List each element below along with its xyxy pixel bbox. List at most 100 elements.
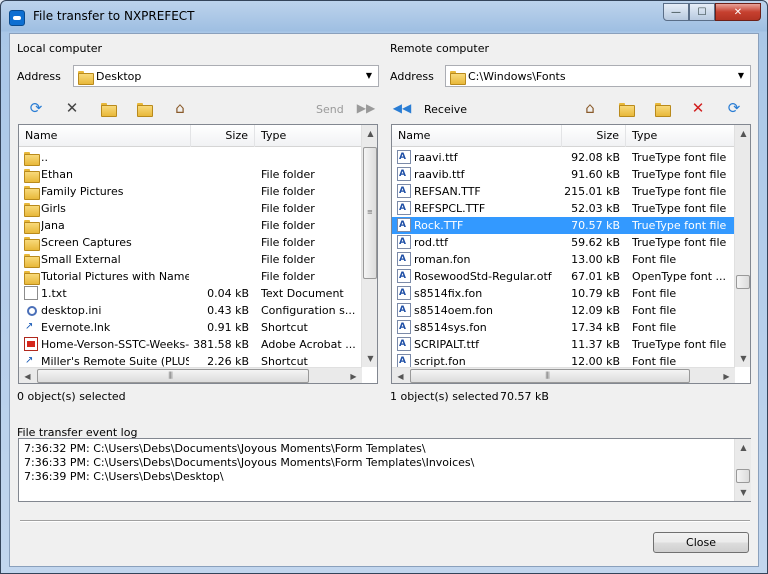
title-bar[interactable]: File transfer to NXPREFECT — ☐ ✕ [1, 1, 767, 33]
remote-file-row[interactable]: REFSPCL.TTF 52.03 kB TrueType font file [392, 200, 735, 217]
local-file-row[interactable]: .. [19, 149, 362, 166]
local-vertical-scrollbar[interactable]: ▲ ≡ ▼ [361, 125, 377, 367]
remote-file-row[interactable]: RosewoodStd-Regular.otf 67.01 kB OpenType … [392, 268, 735, 285]
folder-icon [24, 167, 40, 183]
dialog-body: Local computer Address Desktop ▼ ⟳ ✕ ⌂ S… [9, 33, 759, 567]
window-title: File transfer to NXPREFECT [33, 9, 195, 23]
column-name[interactable]: Name [392, 125, 562, 147]
local-file-row[interactable]: Girls File folder [19, 200, 362, 217]
delete-icon[interactable]: ✕ [688, 98, 708, 118]
column-size[interactable]: Size [562, 125, 626, 147]
new-folder-icon[interactable] [652, 98, 672, 118]
new-folder-icon[interactable] [98, 98, 118, 118]
file-name: roman.fon [414, 253, 471, 266]
maximize-button[interactable]: ☐ [689, 3, 715, 21]
font-file-icon [397, 200, 411, 217]
column-type[interactable]: Type [255, 125, 362, 147]
column-size[interactable]: Size [191, 125, 255, 147]
file-name: Home-Verson-SSTC-Weeks-... [41, 338, 189, 351]
close-window-button[interactable]: ✕ [715, 3, 761, 21]
file-name: Tutorial Pictures with Names [41, 270, 189, 283]
folder-icon [24, 201, 40, 217]
up-folder-icon [24, 150, 40, 166]
local-file-row[interactable]: 1.txt 0.04 kB Text Document [19, 285, 362, 302]
local-file-row[interactable]: Evernote.lnk 0.91 kB Shortcut [19, 318, 362, 336]
file-size: 10.79 kB [571, 287, 620, 300]
up-folder-icon[interactable] [616, 98, 636, 118]
lnk-file-icon [24, 318, 38, 335]
log-vertical-scrollbar[interactable]: ▲ ▼ [734, 439, 751, 501]
up-folder-icon[interactable] [134, 98, 154, 118]
chevron-down-icon[interactable]: ▼ [362, 69, 376, 83]
local-file-row[interactable]: desktop.ini 0.43 kB Configuration s... [19, 302, 362, 319]
remote-address-field[interactable]: C:\Windows\Fonts ▼ [445, 65, 751, 87]
chevron-down-icon[interactable]: ▼ [734, 69, 748, 83]
local-address-field[interactable]: Desktop ▼ [73, 65, 379, 87]
file-size [191, 251, 249, 268]
send-icon[interactable]: ▶▶ [356, 98, 376, 118]
send-button-label[interactable]: Send [316, 103, 344, 116]
remote-file-row[interactable]: s8514fix.fon 10.79 kB Font file [392, 285, 735, 302]
remote-file-row[interactable]: raavi.ttf 92.08 kB TrueType font file [392, 149, 735, 166]
file-name: Jana [41, 219, 65, 232]
file-size: 91.60 kB [571, 168, 620, 181]
file-size: 17.34 kB [571, 321, 620, 334]
remote-file-row[interactable]: Rock.TTF 70.57 kB TrueType font file [392, 217, 735, 234]
remote-file-list[interactable]: Name Size Type raavi.ttf 92.08 kB TrueType… [391, 124, 751, 384]
local-file-row[interactable]: Tutorial Pictures with Names File folder [19, 268, 362, 285]
local-file-row[interactable]: Ethan File folder [19, 166, 362, 183]
folder-icon [24, 235, 40, 251]
receive-icon[interactable]: ◀◀ [392, 98, 412, 118]
local-file-row[interactable]: Screen Captures File folder [19, 234, 362, 251]
column-name[interactable]: Name [19, 125, 191, 147]
local-file-row[interactable]: Family Pictures File folder [19, 183, 362, 200]
file-type: TrueType font file [632, 151, 727, 164]
local-horizontal-scrollbar[interactable]: ◀ ||| ▶ [19, 367, 362, 383]
file-name: s8514oem.fon [414, 304, 494, 317]
delete-icon[interactable]: ✕ [62, 98, 82, 118]
remote-file-row[interactable]: roman.fon 13.00 kB Font file [392, 251, 735, 268]
minimize-button[interactable]: — [663, 3, 689, 21]
file-size: 381.58 kB [193, 338, 249, 351]
event-log[interactable]: 7:36:32 PM: C:\Users\Debs\Documents\Joyo… [18, 438, 751, 502]
font-file-icon [397, 353, 411, 370]
file-size: 52.03 kB [571, 202, 620, 215]
refresh-icon[interactable]: ⟳ [26, 98, 46, 118]
remote-horizontal-scrollbar[interactable]: ◀ ||| ▶ [392, 367, 735, 383]
remote-file-row[interactable]: REFSAN.TTF 215.01 kB TrueType font file [392, 183, 735, 200]
remote-file-row[interactable]: s8514sys.fon 17.34 kB Font file [392, 319, 735, 336]
local-file-list[interactable]: Name Size Type .. Ethan File folder Family … [18, 124, 378, 384]
remote-file-row[interactable]: raavib.ttf 91.60 kB TrueType font file [392, 166, 735, 183]
folder-icon [450, 69, 466, 85]
remote-file-row[interactable]: s8514oem.fon 12.09 kB Font file [392, 302, 735, 319]
file-transfer-window: File transfer to NXPREFECT — ☐ ✕ Local c… [0, 0, 768, 574]
file-size: 92.08 kB [571, 151, 620, 164]
local-list-header: Name Size Type [19, 125, 362, 147]
local-file-row[interactable]: Jana File folder [19, 217, 362, 234]
receive-button-label[interactable]: Receive [424, 103, 467, 116]
close-button[interactable]: Close [653, 532, 749, 553]
home-icon[interactable]: ⌂ [170, 98, 190, 118]
file-name: s8514fix.fon [414, 287, 483, 300]
remote-file-row[interactable]: SCRIPALT.ttf 11.37 kB TrueType font file [392, 336, 735, 353]
font-file-icon [397, 183, 411, 200]
local-file-row[interactable]: Home-Verson-SSTC-Weeks-... 381.58 kB Adobe… [19, 336, 362, 353]
ini-file-icon [24, 303, 38, 317]
file-type: File folder [261, 185, 315, 198]
file-type: Text Document [261, 287, 344, 300]
file-type [261, 149, 359, 166]
file-type: TrueType font file [632, 168, 727, 181]
file-name: Evernote.lnk [41, 321, 111, 334]
column-type[interactable]: Type [626, 125, 735, 147]
refresh-icon[interactable]: ⟳ [724, 98, 744, 118]
home-icon[interactable]: ⌂ [580, 98, 600, 118]
file-type: Shortcut [261, 321, 308, 334]
remote-file-row[interactable]: rod.ttf 59.62 kB TrueType font file [392, 234, 735, 251]
file-name: raavi.ttf [414, 151, 458, 164]
file-size: 11.37 kB [571, 338, 620, 351]
file-type: File folder [261, 168, 315, 181]
file-type: Configuration s... [261, 304, 356, 317]
local-file-row[interactable]: Small External File folder [19, 251, 362, 268]
remote-vertical-scrollbar[interactable]: ▲ ▼ [734, 125, 750, 367]
file-name: rod.ttf [414, 236, 448, 249]
